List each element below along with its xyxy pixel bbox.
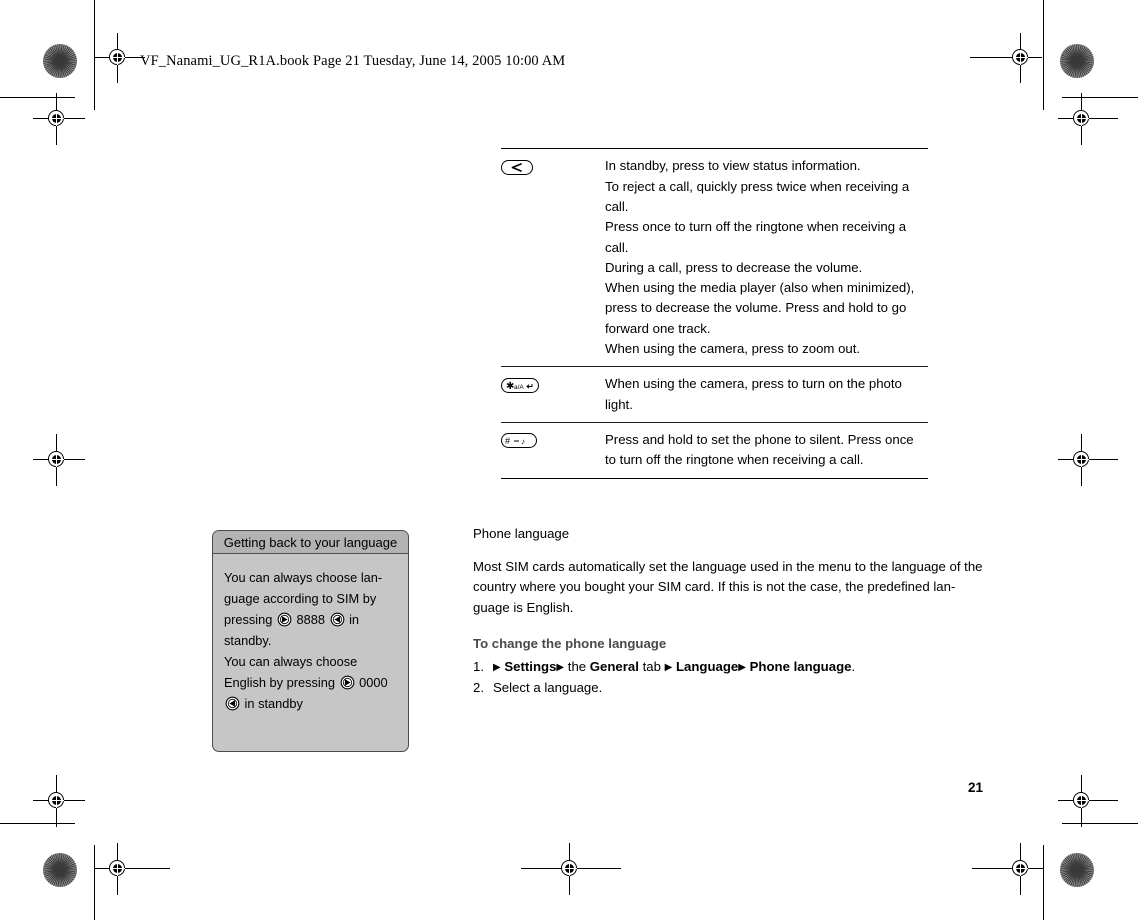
table-cell-description: In standby, press to view status informa…: [605, 156, 928, 359]
key-desc-line: When using the camera, press to zoom out…: [605, 341, 861, 357]
step-plain-run: the: [567, 658, 590, 674]
tip-text-run: 8888: [292, 612, 329, 627]
procedure-step: 1. ▶ Settings▶ the General tab ▶ Language…: [473, 657, 985, 678]
tip-text-run: 0000: [355, 675, 388, 690]
svg-text:a/A: a/A: [514, 384, 524, 391]
trim-line: [1062, 97, 1138, 99]
step-bold-run: Phone language: [749, 658, 852, 674]
registration-target-icon: [44, 788, 70, 814]
document-header-line: VF_Nanami_UG_R1A.book Page 21 Tuesday, J…: [140, 53, 566, 69]
key-functions-table: In standby, press to view status informa…: [501, 148, 928, 479]
tip-text-run: You can always choose English by pressin…: [224, 654, 358, 690]
step-plain-run: tab: [638, 658, 665, 674]
step-arrow-icon: ▶: [556, 661, 565, 673]
sidebar-tip-box: Getting back to your language You can al…: [212, 530, 409, 752]
step-arrow-icon: ▶: [493, 661, 501, 673]
trim-line: [1043, 845, 1045, 920]
section-paragraph: Most SIM cards automatically set the lan…: [473, 559, 983, 615]
tip-text-run: in standby: [241, 696, 303, 711]
registration-target-icon: [1069, 788, 1095, 814]
procedure-step-list: 1. ▶ Settings▶ the General tab ▶ Language…: [473, 657, 985, 699]
step-arrow-icon: ▶: [664, 661, 673, 673]
key-desc-line: During a call, press to decrease the vol…: [605, 259, 863, 275]
table-row: ✱ a/A When using the camera, press to tu…: [501, 367, 928, 422]
trim-line: [1062, 823, 1138, 825]
procedure-heading: To change the phone language: [473, 635, 667, 651]
table-bottom-rule: [501, 477, 928, 479]
trim-line: [94, 0, 96, 110]
sidebar-tip-body: You can always choose lan-guage accordin…: [213, 554, 408, 714]
registration-target-icon: [1008, 856, 1034, 882]
table-cell-key-icon: ✱ a/A: [501, 374, 605, 394]
svg-text:#: #: [505, 436, 510, 446]
step-number: 1.: [473, 658, 484, 674]
step-text: ▶ Settings▶ the General tab ▶ Language▶ …: [493, 657, 855, 678]
section-heading: Phone language: [473, 526, 570, 541]
color-rosette-icon: [1060, 44, 1094, 78]
key-desc-line: To reject a call, quickly press twice wh…: [605, 178, 910, 214]
color-rosette-icon: [43, 44, 77, 78]
registration-target-icon: [557, 856, 583, 882]
svg-text:♪: ♪: [521, 437, 525, 446]
step-text: Select a language.: [493, 678, 602, 698]
table-cell-description: When using the camera, press to turn on …: [605, 374, 928, 415]
procedure-step: 2. Select a language.: [473, 678, 985, 698]
registration-target-icon: [1069, 106, 1095, 132]
step-plain-run: Select a language.: [493, 680, 603, 696]
step-bold-run: Language: [675, 658, 739, 674]
key-desc-line: When using the media player (also when m…: [605, 280, 915, 336]
trim-line: [1043, 0, 1045, 110]
nav-key-right-icon: [330, 612, 344, 627]
registration-target-icon: [1069, 447, 1095, 473]
step-plain-run: .: [851, 658, 856, 674]
registration-target-icon: [105, 856, 131, 882]
registration-target-icon: [44, 106, 70, 132]
key-desc-line: In standby, press to view status informa…: [605, 158, 861, 174]
registration-target-icon: [44, 447, 70, 473]
color-rosette-icon: [43, 853, 77, 887]
trim-line: [0, 97, 75, 99]
table-cell-description: Press and hold to set the phone to silen…: [605, 430, 928, 471]
volume-down-key-icon: [501, 159, 533, 175]
table-row: In standby, press to view status informa…: [501, 149, 928, 366]
star-key-icon: ✱ a/A: [501, 377, 539, 393]
table-cell-key-icon: [501, 156, 605, 176]
nav-key-right-icon: [225, 696, 240, 711]
hash-key-icon: # ♪: [501, 433, 537, 449]
registration-target-icon: [105, 45, 131, 71]
step-arrow-icon: ▶: [738, 661, 746, 673]
step-bold-run: Settings: [504, 658, 557, 674]
main-content-column: Phone language Most SIM cards automatica…: [473, 525, 985, 698]
nav-key-left-icon: [340, 675, 354, 690]
table-row: # ♪ Press and hold to set the phone to s…: [501, 423, 928, 478]
key-desc-line: Press once to turn off the ringtone when…: [605, 219, 907, 255]
page-number: 21: [968, 780, 984, 795]
key-desc-line: When using the camera, press to turn on …: [605, 376, 902, 412]
color-rosette-icon: [1060, 853, 1094, 887]
key-desc-line: Press and hold to set the phone to silen…: [605, 431, 914, 468]
nav-key-left-icon: [277, 612, 292, 627]
step-bold-run: General: [589, 658, 639, 674]
sidebar-tip-title: Getting back to your language: [213, 531, 408, 554]
registration-target-icon: [1008, 45, 1034, 71]
table-cell-key-icon: # ♪: [501, 430, 605, 450]
trim-line: [94, 845, 96, 920]
step-number: 2.: [473, 680, 484, 696]
trim-line: [0, 823, 75, 825]
